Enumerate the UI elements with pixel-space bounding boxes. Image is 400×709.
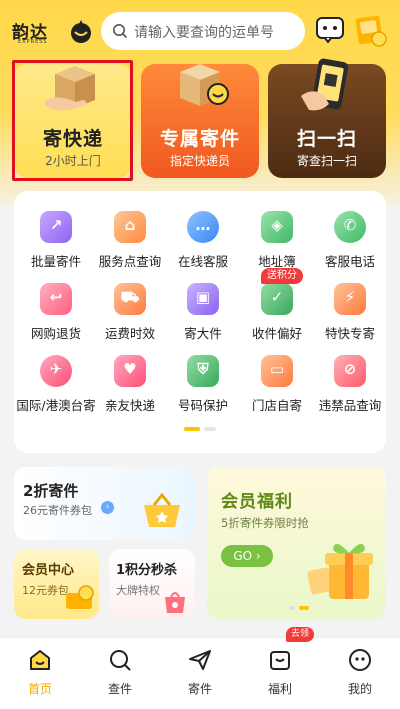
service-point-query[interactable]: ⌂ 服务点查询	[93, 199, 167, 269]
friends-icon: ♥	[114, 355, 146, 387]
profile-icon	[349, 649, 371, 671]
service-number-protection[interactable]: ⛨ 号码保护	[166, 343, 240, 413]
freight-time-icon: ⛟	[114, 283, 146, 315]
search-icon	[113, 24, 128, 39]
address-book-icon: ◈	[261, 211, 293, 243]
exclusive-send-title: 专属寄件	[159, 128, 240, 150]
service-phone[interactable]: ✆ 客服电话	[313, 199, 387, 269]
home-icon	[30, 650, 50, 670]
store-icon: ▭	[261, 355, 293, 387]
coupon-stack-icon	[66, 585, 94, 609]
service-address-book[interactable]: ◈ 地址簿	[240, 199, 314, 269]
prohibited-icon: ⊘	[334, 355, 366, 387]
phone-qr-icon	[301, 58, 349, 111]
member-center-title: 会员中心	[22, 563, 75, 578]
tab-label: 寄件	[187, 682, 212, 696]
points-flash-sale-card[interactable]: 1积分秒杀 大牌特权	[109, 549, 195, 619]
exclusive-send-subtitle: 指定快递员	[169, 154, 230, 168]
search-placeholder: 请输入要查询的运单号	[134, 25, 274, 41]
service-point-icon: ⌂	[114, 211, 146, 243]
scan-card[interactable]: 扫一扫 寄查扫一扫	[268, 58, 386, 178]
international-icon: ✈	[40, 355, 72, 387]
welfare-badge: 去领	[286, 627, 315, 642]
services-panel: ↗ 批量寄件 ⌂ 服务点查询 … 在线客服 ◈ 地址簿 ✆ 客服电话 ↩ 网购退…	[14, 191, 386, 453]
pager-dot	[204, 427, 216, 431]
coupon-promo-subtitle: 26元寄件券包	[23, 504, 92, 517]
service-online-support[interactable]: … 在线客服	[166, 199, 240, 269]
tab-label: 我的	[347, 682, 372, 696]
scan-title: 扫一扫	[296, 128, 357, 150]
coupon-basket-icon	[144, 492, 180, 527]
send-icon	[189, 650, 211, 670]
service-freight-time[interactable]: ⛟ 运费时效	[93, 271, 167, 341]
service-label: 特快专寄	[324, 326, 375, 341]
points-flash-sale-subtitle: 大牌特权	[116, 584, 160, 597]
points-flash-sale-title: 1积分秒杀	[116, 563, 178, 578]
services-pager	[184, 427, 216, 431]
service-large-item[interactable]: ▣ 寄大件	[166, 271, 240, 341]
track-icon	[110, 650, 131, 671]
service-prohibited-query[interactable]: ⊘ 违禁品查询	[313, 343, 387, 413]
highlight-frame	[12, 60, 133, 181]
logo-subtext: EXPRESS	[18, 39, 48, 45]
scan-subtitle: 寄查扫一扫	[296, 154, 357, 168]
service-friends-express[interactable]: ♥ 亲友快递	[93, 343, 167, 413]
number-protect-icon: ⛨	[187, 355, 219, 387]
member-center-subtitle: 12元券包	[22, 584, 69, 597]
service-express-dedicated[interactable]: ⚡ 特快专寄	[313, 271, 387, 341]
tab-label: 查件	[107, 682, 132, 696]
tab-label: 福利	[267, 682, 292, 696]
go-button[interactable]: GO ›	[221, 545, 273, 567]
welfare-icon	[270, 651, 290, 670]
member-benefits-card[interactable]: 会员福利 5折寄件券限时抢 GO ›	[207, 467, 386, 619]
service-international[interactable]: ✈ 国际/港澳台寄	[16, 343, 96, 413]
online-service-icon: …	[187, 211, 219, 243]
large-item-icon: ▣	[187, 283, 219, 315]
gift-box-icon	[307, 543, 373, 599]
logo-mark-icon	[71, 20, 91, 43]
member-center-card[interactable]: 会员中心 12元券包	[14, 549, 99, 619]
tab-profile[interactable]: 我的	[330, 648, 390, 704]
member-benefits-subtitle: 5折寄件券限时抢	[221, 516, 309, 530]
search-bar[interactable]: 请输入要查询的运单号	[101, 12, 305, 50]
yunda-logo: 韵达 EXPRESS	[12, 14, 96, 50]
tab-welfare[interactable]: 福利	[250, 648, 310, 704]
coupon-icon[interactable]	[355, 13, 387, 47]
points-badge: 送积分	[261, 268, 303, 284]
tab-label: 首页	[27, 682, 52, 696]
service-store-send[interactable]: ▭ 门店自寄	[240, 343, 314, 413]
top-bar: 韵达 EXPRESS 请输入要查询的运单号	[0, 10, 400, 54]
message-icon[interactable]	[316, 17, 344, 43]
exclusive-send-card[interactable]: 专属寄件 指定快递员	[141, 64, 259, 178]
pager-dot-active	[184, 427, 200, 431]
send-express-card[interactable]: 寄快递 2小时上门	[12, 60, 133, 181]
service-label: 客服电话	[324, 254, 375, 269]
coupon-promo-card[interactable]: 2折寄件 26元寄件券包 ›	[14, 467, 195, 540]
bottom-nav: 首页 查件 寄件 福利 我的	[0, 637, 400, 709]
member-benefits-title: 会员福利	[221, 492, 293, 512]
service-return-goods[interactable]: ↩ 网购退货	[19, 271, 93, 341]
service-batch-send[interactable]: ↗ 批量寄件	[19, 199, 93, 269]
promo-pager	[289, 606, 309, 610]
return-goods-icon: ↩	[40, 283, 72, 315]
chevron-right-icon: ›	[101, 501, 114, 514]
service-label: 违禁品查询	[318, 398, 382, 413]
gift-bag-icon	[165, 592, 185, 613]
coupon-promo-title: 2折寄件	[23, 482, 79, 500]
package-star-icon	[180, 64, 229, 106]
tab-home[interactable]: 首页	[10, 648, 70, 704]
phone-icon: ✆	[334, 211, 366, 243]
tab-send[interactable]: 寄件	[170, 648, 230, 704]
receive-pref-icon: ✓	[261, 283, 293, 315]
batch-send-icon: ↗	[40, 211, 72, 243]
tab-track[interactable]: 查件	[90, 648, 150, 704]
express-icon: ⚡	[334, 283, 366, 315]
